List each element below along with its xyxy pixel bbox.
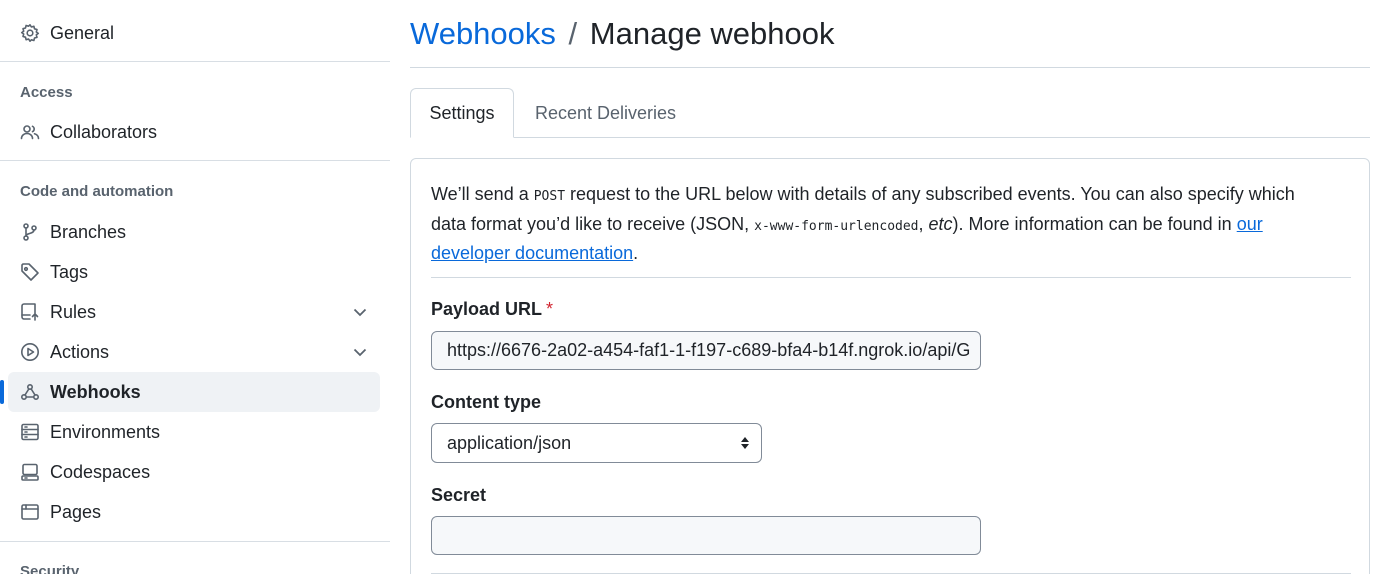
section-title-code-automation: Code and automation (20, 183, 174, 200)
post-code: POST (533, 189, 566, 204)
intro-text: We’ll send a POST request to the URL bel… (431, 181, 1331, 267)
sidebar-item-pages[interactable]: Pages (8, 492, 380, 532)
page-title: Webhooks / Manage webhook (410, 16, 835, 52)
git-branch-icon (20, 222, 40, 242)
sidebar-item-label: Branches (50, 221, 127, 242)
sidebar-item-rules[interactable]: Rules (8, 292, 380, 332)
sidebar-item-label: Rules (50, 301, 97, 322)
settings-sidebar: General Access Collaborators Code and au… (0, 0, 390, 574)
secret-label: Secret (431, 485, 487, 505)
title-divider (410, 67, 1370, 68)
sidebar-item-label: Webhooks (50, 381, 141, 402)
sidebar-item-environments[interactable]: Environments (8, 412, 380, 452)
sidebar-item-label: Environments (50, 421, 161, 442)
gear-icon (20, 23, 40, 43)
tab-bar: Settings Recent Deliveries (410, 88, 1370, 138)
tab-settings[interactable]: Settings (410, 88, 514, 138)
sidebar-item-actions[interactable]: Actions (8, 332, 380, 372)
tag-icon (20, 262, 40, 282)
tabs-divider (410, 137, 1370, 138)
card-divider (431, 277, 1351, 278)
form-urlencoded-code: x-www-form-urlencoded (754, 218, 919, 234)
secret-input[interactable] (431, 516, 981, 555)
payload-url-input[interactable]: https://6676-2a02-a454-faf1-1-f197-c689-… (431, 331, 981, 370)
content-type-value: application/json (447, 432, 572, 453)
breadcrumb-webhooks[interactable]: Webhooks (410, 16, 556, 51)
server-icon (20, 422, 40, 442)
browser-icon (20, 502, 40, 522)
intro-text-segment: , (918, 213, 929, 234)
webhook-icon (20, 382, 40, 402)
section-title-access: Access (20, 84, 73, 101)
webhook-settings-card: We’ll send a POST request to the URL bel… (410, 158, 1370, 574)
payload-url-label: Payload URL * (431, 299, 553, 320)
sidebar-divider (0, 160, 390, 161)
sidebar-item-general[interactable]: General (8, 13, 380, 53)
codespaces-icon (20, 462, 40, 482)
sidebar-item-label: General (50, 22, 115, 43)
select-arrows-icon (739, 435, 751, 451)
sidebar-divider (0, 541, 390, 542)
etc-text: etc (928, 213, 953, 234)
people-icon (20, 122, 40, 142)
chevron-down-icon[interactable] (352, 304, 368, 320)
sidebar-item-webhooks[interactable]: Webhooks (0, 372, 380, 412)
tab-recent-deliveries[interactable]: Recent Deliveries (535, 88, 676, 138)
payload-url-label-text: Payload URL (431, 299, 543, 319)
required-mark: * (546, 299, 554, 319)
sidebar-item-label: Actions (50, 341, 110, 362)
sidebar-item-branches[interactable]: Branches (8, 212, 380, 252)
repo-push-icon (20, 302, 40, 322)
sidebar-item-label: Pages (50, 501, 102, 522)
sidebar-divider (0, 61, 390, 62)
intro-text-segment: We’ll send a (431, 184, 534, 204)
play-icon (20, 342, 40, 362)
sidebar-item-codespaces[interactable]: Codespaces (8, 452, 380, 492)
sidebar-item-label: Tags (50, 261, 89, 282)
chevron-down-icon[interactable] (352, 344, 368, 360)
section-title-security: Security (20, 563, 80, 574)
intro-text-segment: . (633, 243, 639, 263)
page-title-text: Manage webhook (589, 16, 835, 51)
sidebar-item-label: Codespaces (50, 461, 151, 482)
sidebar-item-tags[interactable]: Tags (8, 252, 380, 292)
breadcrumb-separator: / (568, 16, 578, 51)
sidebar-item-collaborators[interactable]: Collaborators (8, 112, 380, 152)
sidebar-item-label: Collaborators (50, 121, 158, 142)
content-type-label: Content type (431, 392, 541, 412)
intro-text-segment: ). More information can be found in (952, 213, 1237, 234)
content-type-select[interactable]: application/json (431, 423, 762, 463)
